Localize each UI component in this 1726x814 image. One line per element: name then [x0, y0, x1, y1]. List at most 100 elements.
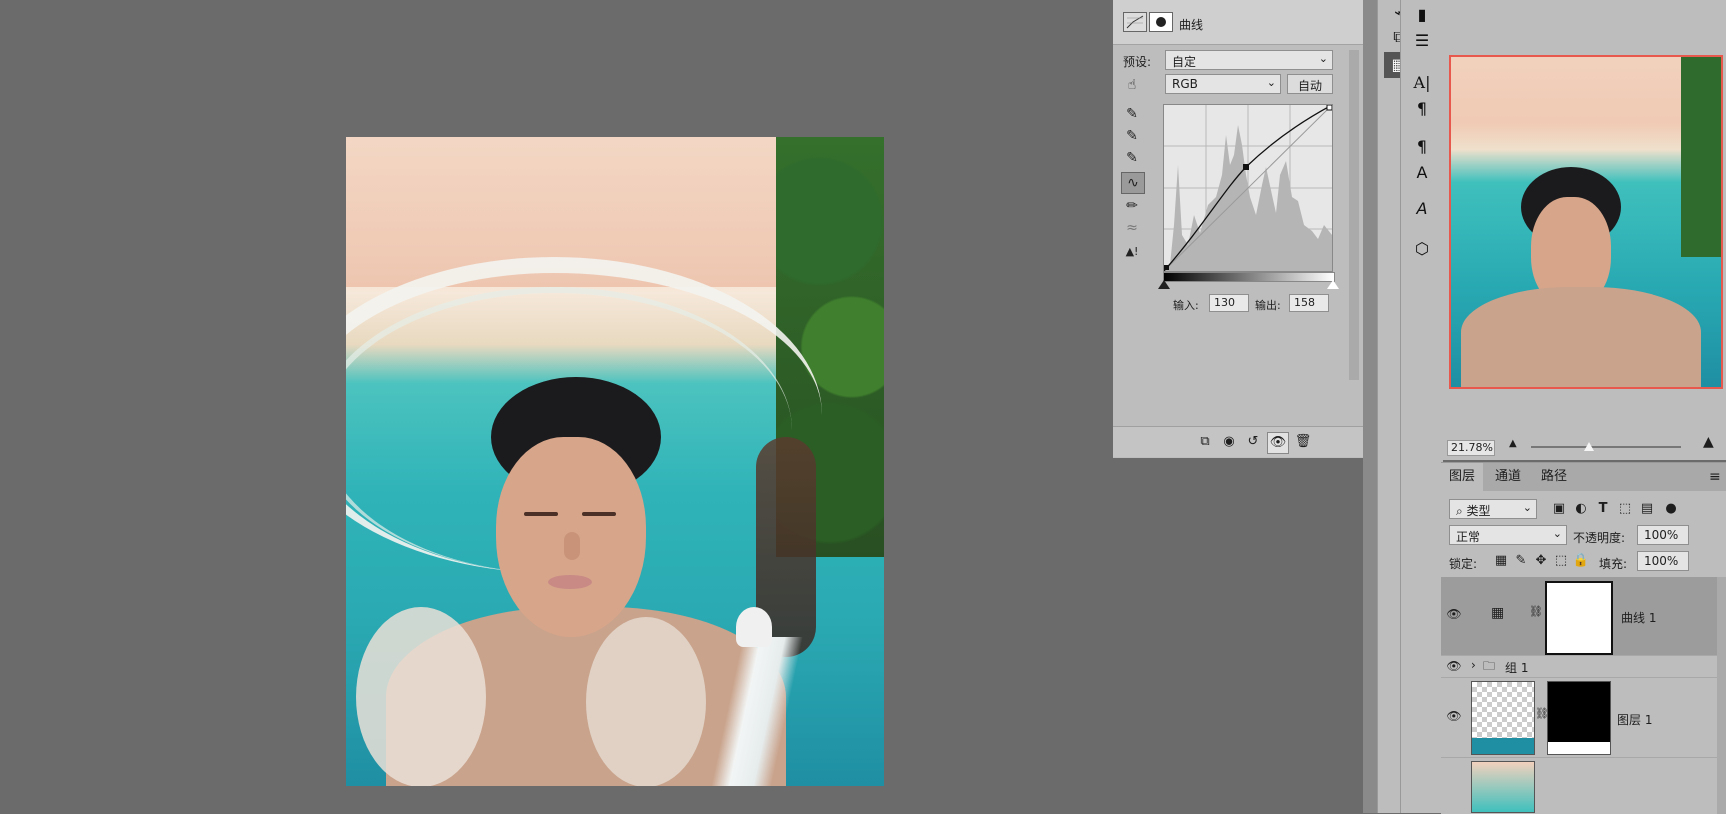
output-label: 输出: [1255, 299, 1281, 312]
glyphs-icon[interactable]: A [1407, 196, 1437, 222]
document-image[interactable] [346, 137, 884, 786]
layer-row[interactable]: 👁 ▦ ⛓ 曲线 1 [1441, 577, 1726, 656]
tab-paths[interactable]: 路径 [1533, 463, 1575, 491]
curves-adjustment-icon[interactable] [1123, 12, 1147, 32]
layer-row[interactable]: 👁 ⛓ 图层 1 [1441, 677, 1726, 758]
filter-toggle-icon[interactable]: ● [1661, 499, 1681, 519]
adjust-sliders-icon[interactable]: ☰ [1407, 28, 1437, 54]
chevron-down-icon: ⌄ [1318, 52, 1328, 65]
trash-doc-icon[interactable]: ▮ [1407, 2, 1437, 28]
curve-point-tool-icon[interactable]: ∿ [1121, 172, 1145, 194]
chevron-down-icon: ⌄ [1522, 501, 1532, 514]
layer-row[interactable] [1441, 757, 1726, 814]
lock-transparent-icon[interactable]: ▦ [1491, 551, 1511, 571]
target-adjust-icon[interactable]: ☝ [1121, 75, 1143, 95]
visibility-eye-icon[interactable]: 👁 [1445, 607, 1463, 621]
lock-image-icon[interactable]: ✎ [1511, 551, 1531, 571]
foam-right [586, 617, 706, 786]
3d-icon[interactable]: ⬡ [1407, 236, 1437, 262]
white-eyedropper-icon[interactable]: ✎ [1121, 148, 1143, 168]
layer-mask-thumbnail[interactable] [1547, 681, 1611, 755]
smooth-icon[interactable]: ≈ [1121, 218, 1143, 238]
properties-title: 曲线 [1179, 18, 1204, 32]
filter-pixel-icon[interactable]: ▣ [1549, 499, 1569, 519]
zoom-field[interactable]: 21.78% [1447, 440, 1495, 456]
layer-name[interactable]: 组 1 [1505, 659, 1528, 676]
zoom-slider-track[interactable] [1531, 446, 1681, 448]
blend-mode-dropdown[interactable]: 正常 ⌄ [1449, 525, 1567, 545]
layers-panel: 图层 通道 路径 ≡ ⌕ 类型 ⌄ ▣ ◐ T ⬚ ▤ ● 正常 ⌄ 不透明度: 1… [1441, 462, 1726, 814]
white-point-slider[interactable] [1327, 280, 1339, 289]
view-previous-icon[interactable]: ◉ [1219, 432, 1239, 452]
panel-gutter [1363, 0, 1377, 813]
curves-layer-icon: ▦ [1491, 605, 1505, 621]
character-icon[interactable]: A| [1407, 70, 1437, 96]
preset-dropdown[interactable]: 自定 ⌄ [1165, 50, 1333, 70]
foam-left [356, 607, 486, 786]
folder-icon: 🗀 [1483, 659, 1496, 673]
layer-filter-dropdown[interactable]: ⌕ 类型 ⌄ [1449, 499, 1537, 519]
opacity-field[interactable]: 100% [1637, 525, 1689, 545]
zoom-slider-knob[interactable] [1584, 442, 1594, 451]
lock-label: 锁定: [1449, 557, 1478, 571]
character-styles-icon[interactable]: A [1407, 160, 1437, 186]
pencil-icon[interactable]: ✏ [1121, 196, 1143, 216]
layer-thumbnail[interactable] [1471, 761, 1535, 813]
channel-dropdown[interactable]: RGB ⌄ [1165, 74, 1281, 94]
layer-name[interactable]: 图层 1 [1617, 711, 1652, 728]
black-point-slider[interactable] [1158, 280, 1170, 289]
left-eye [524, 512, 558, 516]
layer-mask-thumbnail[interactable] [1545, 581, 1613, 655]
nose [564, 532, 580, 560]
reset-icon[interactable]: ↺ [1243, 432, 1263, 452]
gray-eyedropper-icon[interactable]: ✎ [1121, 126, 1143, 146]
visibility-eye-icon[interactable]: 👁 [1445, 709, 1463, 723]
properties-scrollbar[interactable] [1349, 50, 1359, 380]
zoom-in-icon[interactable]: ▲ [1703, 434, 1714, 450]
panel-menu-icon[interactable]: ≡ [1709, 469, 1721, 485]
fill-label: 填充: [1599, 557, 1628, 571]
tab-layers[interactable]: 图层 [1441, 463, 1484, 491]
lock-artboard-icon[interactable]: ⬚ [1551, 551, 1571, 571]
auto-button[interactable]: 自动 [1287, 74, 1333, 94]
input-field[interactable]: 130 [1209, 294, 1249, 312]
layer-row[interactable]: 👁 › 🗀 组 1 [1441, 655, 1726, 678]
filter-adjustment-icon[interactable]: ◐ [1571, 499, 1591, 519]
clip-to-layer-icon[interactable]: ⧉ [1195, 432, 1215, 452]
filter-shape-icon[interactable]: ⬚ [1615, 499, 1635, 519]
thumb-trees [1681, 57, 1721, 257]
output-field[interactable]: 158 [1289, 294, 1329, 312]
link-icon[interactable]: ⛓ [1529, 605, 1543, 618]
navigator-thumbnail[interactable] [1449, 55, 1723, 389]
layer-thumbnail[interactable] [1471, 681, 1535, 755]
filter-smart-object-icon[interactable]: ▤ [1637, 499, 1657, 519]
mask-icon[interactable] [1149, 12, 1173, 32]
preset-value: 自定 [1172, 55, 1197, 69]
preset-label: 预设: [1123, 55, 1152, 69]
trash-icon[interactable]: 🗑 [1293, 432, 1313, 452]
clipping-warning-icon[interactable]: ▲! [1121, 242, 1143, 262]
lock-all-icon[interactable]: 🔒 [1571, 551, 1591, 571]
filter-type-icon[interactable]: T [1593, 499, 1613, 519]
visibility-icon[interactable]: 👁 [1267, 432, 1289, 454]
chevron-right-icon[interactable]: › [1471, 658, 1476, 672]
properties-panel: 曲线 预设: 自定 ⌄ ☝ RGB ⌄ 自动 ✎ ✎ ✎ ∿ ✏ ≈ ▲! 输入: … [1113, 0, 1364, 458]
zoom-out-icon[interactable]: ▲ [1509, 438, 1517, 449]
lock-position-icon[interactable]: ✥ [1531, 551, 1551, 571]
curves-graph[interactable] [1163, 104, 1333, 272]
canvas-area[interactable] [0, 0, 1113, 813]
paragraph-styles-icon[interactable]: ¶ [1407, 134, 1437, 160]
fill-field[interactable]: 100% [1637, 551, 1689, 571]
paragraph-icon[interactable]: ¶ [1407, 96, 1437, 122]
black-eyedropper-icon[interactable]: ✎ [1121, 104, 1143, 124]
layer-name[interactable]: 曲线 1 [1621, 609, 1656, 626]
filter-value: 类型 [1466, 504, 1491, 518]
layers-scrollbar[interactable] [1717, 577, 1726, 814]
chevron-down-icon: ⌄ [1552, 527, 1562, 540]
right-eye [582, 512, 616, 516]
visibility-eye-icon[interactable]: 👁 [1445, 659, 1463, 673]
search-icon: ⌕ [1456, 504, 1467, 518]
navigator-panel: 21.78% ▲ ▲ [1441, 0, 1726, 460]
thumb-body [1461, 287, 1701, 387]
tab-channels[interactable]: 通道 [1487, 463, 1529, 491]
